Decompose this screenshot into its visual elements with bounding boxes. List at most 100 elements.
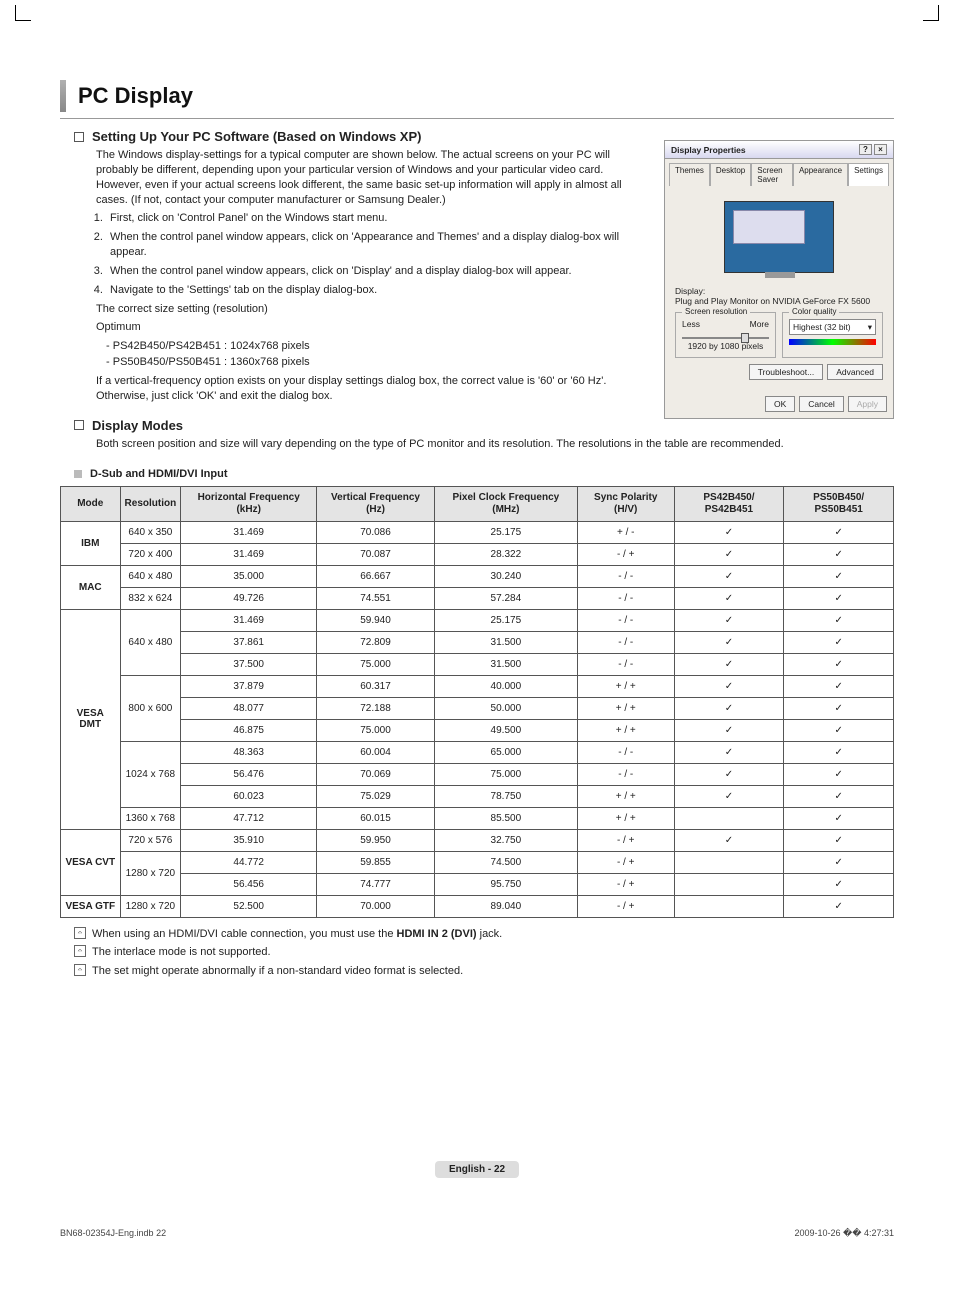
table-cell: 70.000 — [317, 895, 435, 917]
table-cell: 31.500 — [434, 631, 577, 653]
table-cell: 59.950 — [317, 829, 435, 851]
tab-settings[interactable]: Settings — [848, 163, 889, 186]
troubleshoot-button[interactable]: Troubleshoot... — [749, 364, 823, 380]
dialog-tabs: Themes Desktop Screen Saver Appearance S… — [665, 159, 893, 186]
table-cell: - / + — [577, 895, 674, 917]
display-modes-table: ModeResolutionHorizontal Frequency (kHz)… — [60, 486, 894, 918]
table-cell: ✓ — [784, 653, 894, 675]
mode-cell: MAC — [61, 565, 121, 609]
section1-intro: The Windows display-settings for a typic… — [96, 148, 644, 207]
note-row: 𝄐The set might operate abnormally if a n… — [74, 963, 894, 980]
table-cell: 31.500 — [434, 653, 577, 675]
table-header: Horizontal Frequency (kHz) — [181, 486, 317, 521]
color-quality-legend: Color quality — [789, 307, 839, 316]
apply-button[interactable]: Apply — [848, 396, 887, 412]
tab-screen-saver[interactable]: Screen Saver — [751, 163, 793, 186]
note-text: The interlace mode is not supported. — [92, 944, 271, 961]
table-cell: 74.500 — [434, 851, 577, 873]
table-row: 720 x 40031.46970.08728.322- / +✓✓ — [61, 543, 894, 565]
note-row: 𝄐The interlace mode is not supported. — [74, 944, 894, 961]
table-cell: + / + — [577, 675, 674, 697]
resolution-cell: 720 x 576 — [120, 829, 181, 851]
note-text: When using an HDMI/DVI cable connection,… — [92, 926, 502, 943]
resolution-cell: 1360 x 768 — [120, 807, 181, 829]
resolution-cell: 1024 x 768 — [120, 741, 181, 807]
close-button[interactable]: × — [874, 144, 887, 155]
section-bullet-icon — [74, 132, 84, 142]
table-cell: 60.015 — [317, 807, 435, 829]
table-cell: 56.456 — [181, 873, 317, 895]
table-cell: - / - — [577, 763, 674, 785]
title-accent-bar — [60, 80, 66, 112]
note-row: 𝄐When using an HDMI/DVI cable connection… — [74, 926, 894, 943]
table-cell: 49.726 — [181, 587, 317, 609]
tab-appearance[interactable]: Appearance — [793, 163, 848, 186]
table-cell: 57.284 — [434, 587, 577, 609]
table-cell: ✓ — [674, 565, 784, 587]
mode-cell: IBM — [61, 521, 121, 565]
table-header: Sync Polarity (H/V) — [577, 486, 674, 521]
table-cell: 59.940 — [317, 609, 435, 631]
table-cell: - / - — [577, 631, 674, 653]
table-cell: 31.469 — [181, 521, 317, 543]
dialog-title: Display Properties — [671, 145, 746, 155]
mode-cell: VESA GTF — [61, 895, 121, 917]
table-cell: 60.317 — [317, 675, 435, 697]
table-row: 56.45674.77795.750- / +✓ — [61, 873, 894, 895]
table-cell: ✓ — [784, 763, 894, 785]
table-cell: ✓ — [674, 719, 784, 741]
table-cell: - / + — [577, 873, 674, 895]
table-cell: ✓ — [784, 851, 894, 873]
table-cell: - / + — [577, 851, 674, 873]
display-label: Display: — [675, 286, 883, 296]
table-cell: ✓ — [674, 675, 784, 697]
table-cell: 35.910 — [181, 829, 317, 851]
table-header: Vertical Frequency (Hz) — [317, 486, 435, 521]
table-cell: ✓ — [784, 521, 894, 543]
table-row: 56.47670.06975.000- / -✓✓ — [61, 763, 894, 785]
table-cell: 78.750 — [434, 785, 577, 807]
table-cell: 74.551 — [317, 587, 435, 609]
table-cell: 75.000 — [317, 653, 435, 675]
color-gradient-bar — [789, 339, 876, 345]
table-cell: 74.777 — [317, 873, 435, 895]
table-cell — [674, 807, 784, 829]
table-cell: + / + — [577, 697, 674, 719]
table-row: 1024 x 76848.36360.00465.000- / -✓✓ — [61, 741, 894, 763]
resolution-slider[interactable] — [682, 337, 769, 339]
table-cell: ✓ — [674, 609, 784, 631]
footer-right: 2009-10-26 �� 4:27:31 — [794, 1228, 894, 1239]
table-row: VESA DMT640 x 48031.46959.94025.175- / -… — [61, 609, 894, 631]
table-cell: 89.040 — [434, 895, 577, 917]
advanced-button[interactable]: Advanced — [827, 364, 883, 380]
help-button[interactable]: ? — [859, 144, 872, 155]
screen-resolution-legend: Screen resolution — [682, 307, 750, 316]
mode-cell: VESA DMT — [61, 609, 121, 829]
color-quality-select[interactable]: Highest (32 bit) ▾ — [789, 319, 876, 335]
step-2: When the control panel window appears, c… — [110, 231, 619, 258]
footer-left: BN68-02354J-Eng.indb 22 — [60, 1228, 166, 1239]
table-row: 46.87575.00049.500+ / +✓✓ — [61, 719, 894, 741]
table-cell: ✓ — [674, 785, 784, 807]
table-row: 37.50075.00031.500- / -✓✓ — [61, 653, 894, 675]
cancel-button[interactable]: Cancel — [799, 396, 843, 412]
table-cell: 37.879 — [181, 675, 317, 697]
tab-desktop[interactable]: Desktop — [710, 163, 751, 186]
table-cell: ✓ — [674, 543, 784, 565]
table-cell: 35.000 — [181, 565, 317, 587]
table-cell: ✓ — [674, 653, 784, 675]
tab-themes[interactable]: Themes — [669, 163, 710, 186]
table-cell: 25.175 — [434, 521, 577, 543]
table-cell: ✓ — [784, 631, 894, 653]
table-cell: 25.175 — [434, 609, 577, 631]
table-header: PS50B450/ PS50B451 — [784, 486, 894, 521]
table-heading: D-Sub and HDMI/DVI Input — [90, 468, 227, 480]
resolution-value: 1920 by 1080 pixels — [682, 341, 769, 351]
ok-button[interactable]: OK — [765, 396, 795, 412]
table-cell: 37.500 — [181, 653, 317, 675]
table-row: MAC640 x 48035.00066.66730.240- / -✓✓ — [61, 565, 894, 587]
table-cell: 60.004 — [317, 741, 435, 763]
table-cell: 49.500 — [434, 719, 577, 741]
table-cell: ✓ — [784, 587, 894, 609]
table-cell: ✓ — [674, 763, 784, 785]
